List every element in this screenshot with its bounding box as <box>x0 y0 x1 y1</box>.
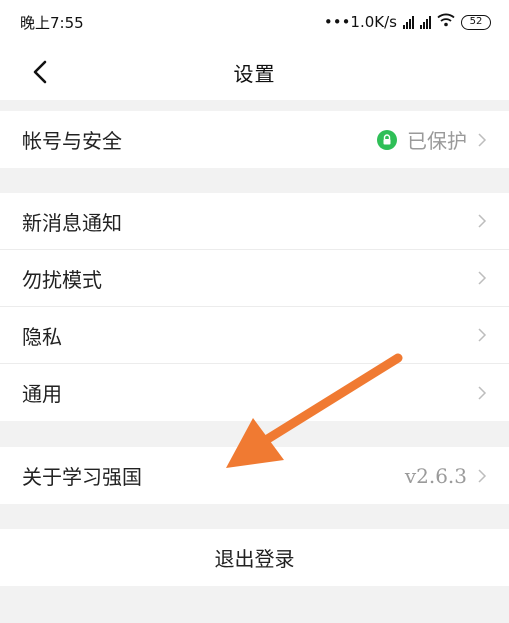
about-label: 关于学习强国 <box>22 465 142 489</box>
chevron-right-icon <box>477 132 487 148</box>
status-bar: 晚上7:55 •••1.0K/s 52 <box>0 0 509 44</box>
nav-bar: 设置 <box>0 44 509 100</box>
protection-status: 已保护 <box>407 129 467 153</box>
about-section: 关于学习强国 v2.6.3 <box>0 447 509 504</box>
chevron-right-icon <box>477 270 487 286</box>
network-speed: •••1.0K/s <box>323 13 397 31</box>
version-text: v2.6.3 <box>404 463 467 488</box>
notification-row[interactable]: 新消息通知 <box>0 193 509 250</box>
page-title: 设置 <box>233 61 276 86</box>
status-icons: •••1.0K/s 52 <box>324 13 491 31</box>
do-not-disturb-row[interactable]: 勿扰模式 <box>0 250 509 307</box>
general-section: 新消息通知 勿扰模式 隐私 通用 <box>0 193 509 421</box>
chevron-right-icon <box>477 468 487 484</box>
account-security-row[interactable]: 帐号与安全 已保护 <box>0 111 509 168</box>
logout-button[interactable]: 退出登录 <box>0 529 509 586</box>
chevron-left-icon[interactable] <box>28 58 52 86</box>
privacy-row[interactable]: 隐私 <box>0 307 509 364</box>
signal-icon <box>403 15 414 29</box>
logout-label: 退出登录 <box>214 547 295 571</box>
do-not-disturb-label: 勿扰模式 <box>22 267 102 292</box>
account-security-label: 帐号与安全 <box>22 129 122 153</box>
battery-icon: 52 <box>461 14 491 30</box>
account-section: 帐号与安全 已保护 <box>0 111 509 168</box>
notification-label: 新消息通知 <box>22 210 122 235</box>
signal-icon-2 <box>420 15 431 29</box>
privacy-label: 隐私 <box>22 324 62 349</box>
general-label: 通用 <box>22 382 62 406</box>
chevron-right-icon <box>477 213 487 229</box>
chevron-right-icon <box>477 385 487 401</box>
chevron-right-icon <box>477 327 487 343</box>
about-row[interactable]: 关于学习强国 v2.6.3 <box>0 447 509 504</box>
wifi-icon <box>437 13 455 31</box>
battery-level: 52 <box>469 16 483 27</box>
lock-icon <box>377 129 397 150</box>
status-time: 晚上7:55 <box>20 13 84 32</box>
general-row[interactable]: 通用 <box>0 364 509 421</box>
